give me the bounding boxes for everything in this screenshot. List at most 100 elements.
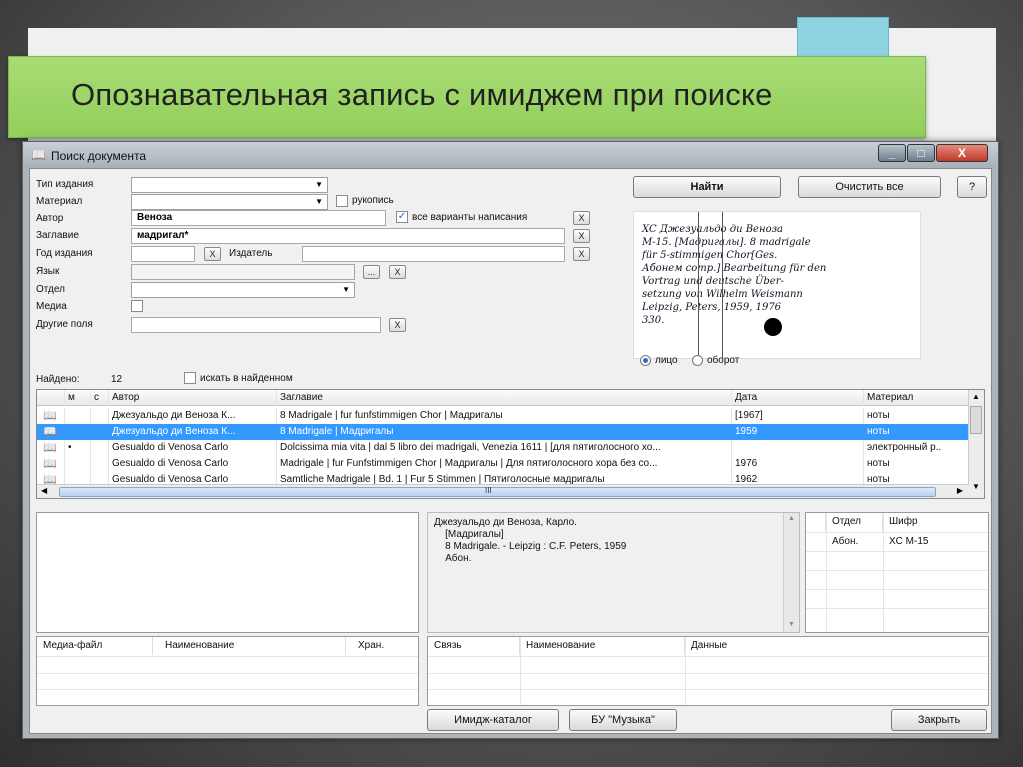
search-window: 📖 Поиск документа _ □ X Тип издания ▼ Ма… (22, 141, 999, 739)
close-window-button[interactable]: X (936, 144, 988, 162)
column-header[interactable]: Хран. (346, 637, 418, 655)
image-catalog-button[interactable]: Имидж-каталог (427, 709, 559, 731)
scroll-grip: III (485, 486, 492, 495)
other-fields-input[interactable] (131, 317, 381, 333)
col-divider (520, 637, 521, 705)
language-picker-button[interactable]: ... (363, 265, 380, 279)
column-header[interactable]: Автор (109, 390, 277, 406)
row-divider (37, 673, 418, 674)
find-button[interactable]: Найти (633, 176, 781, 198)
media-checkbox[interactable] (131, 300, 143, 312)
face-radio[interactable] (640, 355, 651, 366)
manuscript-checkbox[interactable] (336, 195, 348, 207)
back-radio[interactable] (692, 355, 703, 366)
table-row-selected[interactable]: 📖 Джезуальдо ди Веноза К... 8 Madrigale … (37, 424, 969, 440)
clear-author-button[interactable]: X (573, 211, 590, 225)
search-in-found-checkbox[interactable] (184, 372, 196, 384)
publisher-label: Издатель (229, 248, 273, 259)
scroll-thumb[interactable]: III (59, 486, 936, 497)
mark-cell (65, 424, 91, 440)
column-header[interactable]: Связь (428, 637, 520, 655)
material-cell: ноты (864, 456, 969, 472)
material-cell: электронный р.. (864, 440, 969, 456)
window-titlebar[interactable]: 📖 Поиск документа _ □ X (23, 142, 998, 168)
holding-dept: Абон. (832, 536, 859, 547)
scroll-up-icon[interactable]: ▲ (788, 515, 795, 522)
author-input[interactable]: Веноза (131, 210, 386, 226)
window-title: Поиск документа (51, 149, 147, 163)
column-header[interactable]: м (65, 390, 91, 406)
column-header[interactable]: с (91, 390, 109, 406)
clear-language-button[interactable]: X (389, 265, 406, 279)
scroll-down-icon[interactable]: ▼ (972, 482, 980, 491)
detail-line: Джезуальдо ди Веноза, Карло. (434, 517, 577, 528)
table-header: м с Автор Заглавие Дата Материал (37, 390, 969, 406)
table-row[interactable]: 📖 Джезуальдо ди Веноза К... 8 Madrigale … (37, 408, 969, 424)
column-header[interactable]: Шифр (883, 513, 988, 531)
year-label: Год издания (36, 248, 93, 259)
scroll-left-icon[interactable]: ◀ (41, 486, 47, 495)
maximize-button[interactable]: □ (907, 144, 935, 162)
date-cell: [1967] (732, 408, 864, 424)
bu-music-button[interactable]: БУ "Музыка" (569, 709, 677, 731)
title-input[interactable]: мадригал* (131, 228, 565, 244)
results-horizontal-scrollbar[interactable]: ◀ III ▶ (37, 484, 969, 498)
department-label: Отдел (36, 284, 65, 295)
help-button[interactable]: ? (957, 176, 987, 198)
dropdown-arrow-icon: ▼ (342, 285, 350, 294)
links-table: Связь Наименование Данные (427, 636, 989, 706)
preview-panel (36, 512, 419, 633)
author-cell: Gesualdo di Venosa Carlo (109, 456, 277, 472)
clear-title-button[interactable]: X (573, 229, 590, 243)
column-header[interactable]: Материал (864, 390, 969, 406)
column-header[interactable]: Наименование (153, 637, 346, 655)
clear-year-button[interactable]: X (204, 247, 221, 261)
column-header[interactable]: Дата (732, 390, 864, 406)
column-header[interactable]: Наименование (520, 637, 685, 655)
results-table: м с Автор Заглавие Дата Материал 📖 Джезу… (36, 389, 985, 499)
row-divider (37, 689, 418, 690)
detail-scrollbar[interactable]: ▲ ▼ (783, 513, 799, 632)
c-cell (91, 456, 109, 472)
c-cell (91, 408, 109, 424)
results-vertical-scrollbar[interactable]: ▲ ▼ (968, 390, 984, 498)
material-select[interactable]: ▼ (131, 194, 328, 210)
minimize-button[interactable]: _ (878, 144, 906, 162)
column-header[interactable]: Отдел (826, 513, 883, 531)
col-divider (685, 637, 686, 705)
card-hole (764, 318, 782, 336)
scroll-down-icon[interactable]: ▼ (788, 621, 795, 628)
all-variants-checkbox[interactable]: ✓ (396, 211, 408, 223)
author-cell: Gesualdo di Venosa Carlo (109, 440, 277, 456)
language-input[interactable] (131, 264, 355, 280)
row-divider (806, 570, 988, 571)
back-label: оборот (707, 355, 740, 366)
clear-other-fields-button[interactable]: X (389, 318, 406, 332)
title-cell: 8 Madrigale | Мадригалы (277, 424, 732, 440)
table-row[interactable]: 📖 Gesualdo di Venosa Carlo Madrigale | f… (37, 456, 969, 472)
scroll-up-icon[interactable]: ▲ (972, 392, 980, 401)
table-row[interactable]: 📖 • Gesualdo di Venosa Carlo Dolcissima … (37, 440, 969, 456)
book-icon: 📖 (31, 148, 46, 162)
row-divider (806, 589, 988, 590)
clear-publisher-button[interactable]: X (573, 247, 590, 261)
column-header[interactable]: Данные (685, 637, 988, 655)
column-header[interactable]: Заглавие (277, 390, 732, 406)
column-header[interactable]: Медиа-файл (37, 637, 153, 655)
department-select[interactable]: ▼ (131, 282, 355, 298)
card-divider (698, 212, 699, 358)
scroll-thumb[interactable] (970, 406, 982, 434)
manuscript-label: рукопись (352, 195, 394, 206)
card-line: Leipzig, Peters, 1959, 1976 (642, 302, 782, 313)
window-client-area: Тип издания ▼ Материал ▼ рукопись Автор … (29, 168, 992, 734)
col-divider (883, 513, 884, 632)
card-line: Абонем comp.] Bearbeitung für den (642, 263, 827, 274)
close-button[interactable]: Закрыть (891, 709, 987, 731)
material-cell: ноты (864, 408, 969, 424)
date-cell: 1959 (732, 424, 864, 440)
publisher-input[interactable] (302, 246, 565, 262)
clear-all-button[interactable]: Очистить все (798, 176, 941, 198)
year-input[interactable] (131, 246, 195, 262)
scroll-right-icon[interactable]: ▶ (957, 486, 963, 495)
type-select[interactable]: ▼ (131, 177, 328, 193)
